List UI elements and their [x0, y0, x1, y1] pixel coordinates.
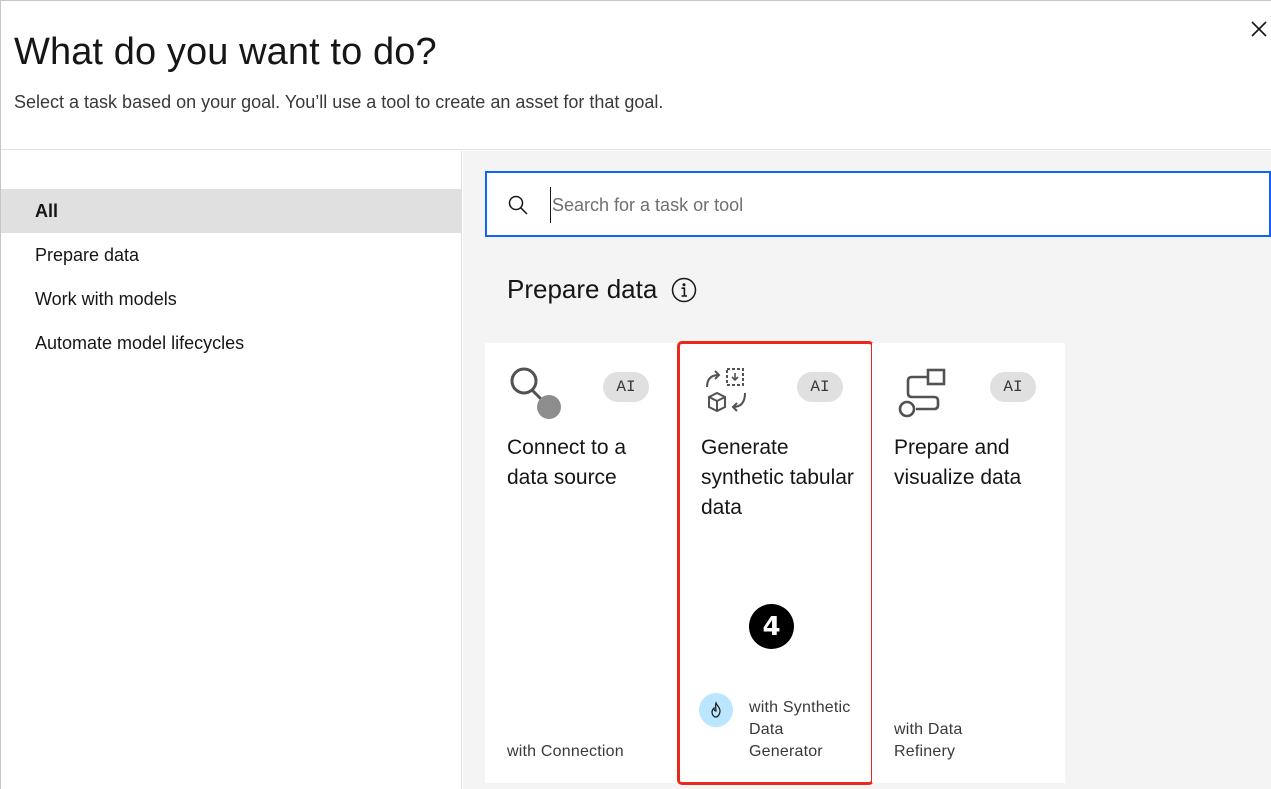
ai-tag: AI — [797, 372, 843, 402]
category-sidebar: All Prepare data Work with models Automa… — [1, 151, 462, 789]
task-card-connect[interactable]: AI Connect to a data source with Connect… — [485, 343, 678, 783]
tool-avatar — [699, 693, 733, 727]
card-title: Generate synthetic tabular data — [701, 436, 854, 519]
task-dialog: What do you want to do? Select a task ba… — [0, 0, 1271, 789]
card-tool-label: with Synthetic Data Generator — [749, 699, 851, 760]
task-card-data-refinery[interactable]: AI Prepare and visualize data with Data … — [872, 343, 1065, 783]
search-icon — [508, 195, 528, 215]
section-title: Prepare data — [507, 274, 658, 304]
task-card-synthetic-data[interactable]: AI Generate synthetic tabular data with … — [677, 341, 874, 785]
task-panel: Prepare data AI Connect to a data source… — [463, 151, 1271, 789]
sidebar-item-automate-model-lifecycles[interactable]: Automate model lifecycles — [1, 321, 462, 365]
section-heading: Prepare data — [507, 274, 697, 305]
ai-tag: AI — [603, 372, 649, 402]
close-button[interactable] — [1245, 15, 1271, 43]
search-input[interactable] — [550, 187, 1250, 223]
card-title: Connect to a data source — [507, 436, 627, 489]
card-title: Prepare and visualize data — [894, 436, 1022, 489]
sidebar-item-all[interactable]: All — [1, 189, 462, 233]
sidebar-item-work-with-models[interactable]: Work with models — [1, 277, 462, 321]
sidebar-item-prepare-data[interactable]: Prepare data — [1, 233, 462, 277]
search-box — [485, 171, 1271, 237]
data-refinery-icon — [898, 368, 946, 418]
card-tool-label: with Connection — [507, 743, 624, 760]
dialog-title: What do you want to do? — [14, 31, 437, 73]
dialog-subtitle: Select a task based on your goal. You’ll… — [14, 92, 664, 112]
ai-tag: AI — [990, 372, 1036, 402]
card-tool-label: with Data Refinery — [894, 721, 963, 760]
info-icon[interactable] — [671, 277, 697, 303]
close-icon — [1251, 21, 1267, 37]
connection-icon — [510, 367, 561, 419]
flame-icon — [711, 701, 721, 718]
step-badge: 4 — [749, 604, 794, 649]
synthetic-data-icon — [706, 368, 746, 413]
card-tool: with Synthetic Data Generator — [699, 693, 859, 763]
dialog-header: What do you want to do? Select a task ba… — [1, 1, 1271, 150]
